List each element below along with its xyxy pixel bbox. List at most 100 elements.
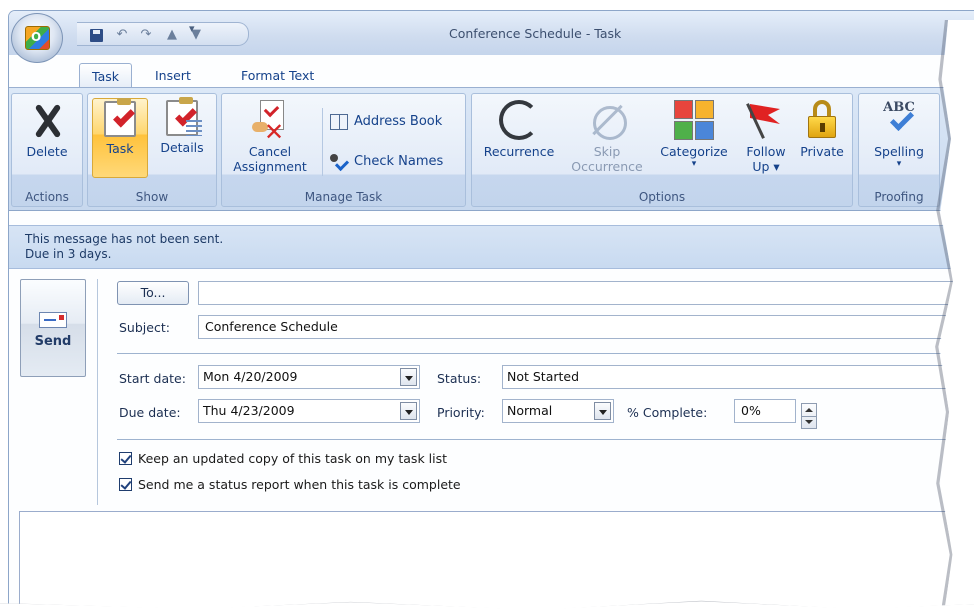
recurrence-button[interactable]: Recurrence bbox=[476, 98, 562, 178]
skip-occurrence-label-1: Skip bbox=[593, 144, 621, 159]
group-options: Recurrence Skip Occurrence Categorize ▾ … bbox=[471, 93, 853, 207]
check-names-button[interactable]: Check Names bbox=[330, 150, 443, 174]
group-label-proofing: Proofing bbox=[874, 190, 924, 204]
status-report-option[interactable]: Send me a status report when this task i… bbox=[119, 477, 461, 492]
categorize-dropdown-icon: ▾ bbox=[691, 159, 697, 169]
customize-toolbar-icon[interactable]: ▾ bbox=[189, 22, 195, 35]
send-envelope-icon bbox=[39, 312, 67, 328]
follow-up-label-1: Follow bbox=[746, 144, 786, 159]
priority-select[interactable]: Normal bbox=[502, 399, 614, 423]
keep-copy-label: Keep an updated copy of this task on my … bbox=[138, 451, 448, 466]
status-report-checkbox[interactable] bbox=[119, 478, 132, 491]
subject-field[interactable]: Conference Schedule bbox=[198, 315, 974, 339]
ribbon: Delete Actions Task Details Show ✕ Cance… bbox=[9, 87, 974, 211]
categorize-label: Categorize bbox=[660, 144, 728, 159]
cancel-assignment-icon: ✕ bbox=[250, 100, 290, 146]
spelling-button[interactable]: ABC Spelling ▾ bbox=[865, 98, 933, 178]
info-bar: This message has not been sent. Due in 3… bbox=[9, 225, 974, 269]
info-due: Due in 3 days. bbox=[25, 247, 112, 261]
keep-copy-option[interactable]: Keep an updated copy of this task on my … bbox=[119, 451, 447, 466]
keep-copy-checkbox[interactable] bbox=[119, 452, 132, 465]
save-icon[interactable] bbox=[87, 26, 105, 44]
office-button[interactable]: O bbox=[11, 13, 63, 63]
details-icon bbox=[166, 97, 202, 136]
spin-up-icon[interactable] bbox=[805, 408, 813, 412]
group-label-actions: Actions bbox=[25, 190, 69, 204]
quick-access-toolbar: ↶ ↷ ▲ ▼ bbox=[77, 22, 249, 46]
window-title: Conference Schedule - Task bbox=[449, 26, 622, 41]
address-book-button[interactable]: Address Book bbox=[330, 110, 442, 134]
tab-format-text[interactable]: Format Text bbox=[229, 63, 326, 89]
recurrence-label: Recurrence bbox=[483, 144, 555, 159]
separator-line bbox=[117, 439, 974, 440]
follow-up-dropdown-icon: ▾ bbox=[773, 159, 780, 174]
due-date-value: Thu 4/23/2009 bbox=[203, 403, 295, 418]
separator-line bbox=[117, 353, 974, 354]
cancel-assignment-button[interactable]: ✕ Cancel Assignment bbox=[226, 98, 314, 178]
subject-label: Subject: bbox=[119, 320, 170, 335]
lock-icon bbox=[802, 100, 842, 140]
chevron-down-icon[interactable] bbox=[400, 402, 417, 420]
check-names-label: Check Names bbox=[354, 154, 444, 169]
task-view-button[interactable]: Task bbox=[92, 98, 148, 178]
percent-spinner[interactable] bbox=[801, 403, 817, 429]
delete-label: Delete bbox=[26, 144, 68, 159]
tab-insert[interactable]: Insert bbox=[143, 63, 203, 89]
skip-occurrence-button[interactable]: Skip Occurrence bbox=[564, 98, 650, 178]
tab-task[interactable]: Task bbox=[79, 63, 132, 89]
task-window: ↶ ↷ ▲ ▼ ▾ Conference Schedule - Task O T… bbox=[8, 10, 974, 614]
group-actions: Delete Actions bbox=[11, 93, 83, 207]
task-view-label: Task bbox=[106, 141, 134, 156]
status-report-label: Send me a status report when this task i… bbox=[138, 477, 461, 492]
spelling-icon: ABC bbox=[879, 100, 919, 140]
group-proofing: ABC Spelling ▾ Proofing bbox=[858, 93, 940, 207]
address-book-label: Address Book bbox=[354, 114, 443, 129]
address-book-icon bbox=[330, 113, 348, 130]
info-not-sent: This message has not been sent. bbox=[25, 232, 224, 246]
cancel-assignment-label-2: Assignment bbox=[233, 159, 307, 174]
status-label: Status: bbox=[437, 371, 482, 386]
private-button[interactable]: Private bbox=[796, 98, 848, 178]
redo-icon[interactable]: ↷ bbox=[137, 26, 155, 44]
percent-complete-label: % Complete: bbox=[627, 405, 708, 420]
start-date-value: Mon 4/20/2009 bbox=[203, 369, 298, 384]
spelling-dropdown-icon: ▾ bbox=[896, 159, 902, 169]
follow-up-label-2: Up bbox=[752, 159, 770, 174]
check-names-icon bbox=[330, 153, 348, 170]
group-label-options: Options bbox=[638, 190, 686, 204]
chevron-down-icon[interactable] bbox=[400, 368, 417, 386]
details-button[interactable]: Details bbox=[152, 97, 212, 178]
categorize-icon bbox=[674, 100, 714, 140]
notes-body[interactable] bbox=[19, 511, 974, 614]
due-date-label: Due date: bbox=[119, 405, 181, 420]
delete-button[interactable]: Delete bbox=[18, 98, 76, 178]
task-icon bbox=[104, 98, 136, 137]
previous-item-icon[interactable]: ▲ bbox=[163, 26, 181, 44]
status-select[interactable]: Not Started bbox=[502, 365, 974, 389]
to-button[interactable]: To... bbox=[117, 281, 189, 305]
undo-icon[interactable]: ↶ bbox=[113, 26, 131, 44]
send-button[interactable]: Send bbox=[20, 279, 86, 377]
delete-icon bbox=[27, 100, 67, 140]
chevron-down-icon[interactable] bbox=[594, 402, 611, 420]
priority-value: Normal bbox=[507, 403, 553, 418]
group-label-show: Show bbox=[135, 190, 169, 204]
spin-down-icon[interactable] bbox=[805, 420, 813, 424]
priority-label: Priority: bbox=[437, 405, 485, 420]
percent-complete-field[interactable]: 0% bbox=[734, 399, 796, 423]
send-label: Send bbox=[34, 334, 72, 349]
to-field[interactable] bbox=[198, 281, 974, 305]
private-label: Private bbox=[800, 144, 844, 159]
group-manage-task: ✕ Cancel Assignment Address Book Check N… bbox=[221, 93, 466, 207]
follow-up-button[interactable]: Follow Up ▾ bbox=[738, 98, 794, 178]
due-date-select[interactable]: Thu 4/23/2009 bbox=[198, 399, 420, 423]
categorize-button[interactable]: Categorize ▾ bbox=[652, 98, 736, 178]
start-date-select[interactable]: Mon 4/20/2009 bbox=[198, 365, 420, 389]
recurrence-icon bbox=[499, 100, 539, 140]
details-label: Details bbox=[160, 140, 204, 155]
skip-occurrence-icon bbox=[587, 100, 627, 140]
cancel-assignment-label-1: Cancel bbox=[248, 144, 292, 159]
status-value: Not Started bbox=[507, 369, 580, 384]
spelling-label: Spelling bbox=[874, 144, 924, 159]
skip-occurrence-label-2: Occurrence bbox=[571, 159, 643, 174]
